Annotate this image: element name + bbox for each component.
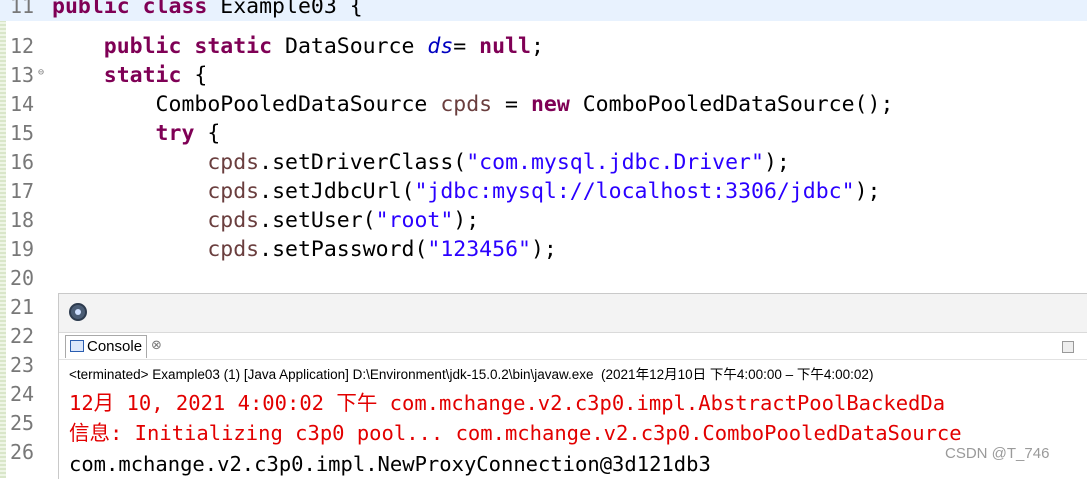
code-token: "root"	[375, 208, 454, 233]
code-token: DataSource	[285, 34, 428, 59]
code-text: static {	[52, 61, 208, 90]
close-icon[interactable]: ⊗	[151, 336, 162, 356]
code-line[interactable]: 20	[0, 264, 1087, 293]
tab-console[interactable]: Console	[65, 335, 148, 358]
code-token: ComboPooledDataSource	[52, 92, 441, 117]
code-line[interactable]: 13 ⊖ static {	[0, 61, 1087, 90]
console-icon	[70, 340, 84, 352]
code-token: ;	[530, 34, 544, 59]
code-token: cpds	[207, 208, 260, 233]
line-number: 14	[10, 92, 35, 116]
code-token: public static	[52, 34, 285, 59]
code-line[interactable]: 18 cpds.setUser("root");	[0, 206, 1087, 235]
code-token: Example03 {	[220, 0, 363, 19]
code-token: cpds	[207, 150, 260, 175]
code-token: );	[854, 179, 881, 204]
code-token: new	[530, 92, 583, 117]
line-number: 17	[10, 179, 35, 203]
code-token: ds	[427, 34, 454, 59]
code-text: public class Example03 {	[52, 0, 363, 21]
line-number: 26	[10, 440, 35, 464]
code-line[interactable]: 14 ComboPooledDataSource cpds = new Comb…	[0, 90, 1087, 119]
line-number: 19	[10, 237, 35, 261]
line-number: 25	[10, 411, 35, 435]
code-token: cpds	[207, 179, 260, 204]
code-line[interactable]: 16 cpds.setDriverClass("com.mysql.jdbc.D…	[0, 148, 1087, 177]
eclipse-icon[interactable]	[69, 303, 87, 321]
code-token: try	[52, 121, 208, 146]
code-token: public class	[52, 0, 221, 19]
code-token: "123456"	[427, 237, 531, 262]
tab-console-label: Console	[87, 338, 143, 355]
code-token: ComboPooledDataSource();	[582, 92, 894, 117]
code-token: .setDriverClass(	[259, 150, 467, 175]
code-text: public static DataSource ds= null;	[52, 32, 544, 61]
code-token: static	[52, 63, 195, 88]
code-token: cpds	[207, 237, 260, 262]
line-number: 20	[10, 266, 35, 290]
code-token: "jdbc:mysql://localhost:3306/jdbc"	[414, 179, 855, 204]
fold-toggle-icon[interactable]: ⊖	[38, 67, 44, 78]
code-line[interactable]: 12 public static DataSource ds= null;	[0, 32, 1087, 61]
code-token: .setUser(	[259, 208, 376, 233]
line-number: 18	[10, 208, 35, 232]
code-line[interactable]: 11 public class Example03 {	[0, 0, 1087, 21]
code-line[interactable]: 17 cpds.setJdbcUrl("jdbc:mysql://localho…	[0, 177, 1087, 206]
code-token: );	[453, 208, 480, 233]
code-token: =	[453, 34, 480, 59]
console-tabbar: Console ⊗	[59, 333, 1087, 360]
code-token: null	[479, 34, 531, 59]
code-text: ComboPooledDataSource cpds = new ComboPo…	[52, 90, 894, 119]
code-text: cpds.setUser("root");	[52, 206, 479, 235]
line-number: 11	[10, 0, 35, 18]
line-number: 21	[10, 295, 35, 319]
line-number: 22	[10, 324, 35, 348]
console-output-line: com.mchange.v2.c3p0.impl.NewProxyConnect…	[69, 452, 711, 476]
console-status: <terminated> Example03 (1) [Java Applica…	[69, 367, 874, 382]
code-token: {	[194, 63, 208, 88]
code-text: try {	[52, 119, 221, 148]
watermark: CSDN @T_746	[945, 445, 1050, 462]
code-token: "com.mysql.jdbc.Driver"	[466, 150, 764, 175]
console-toolbar	[59, 294, 1087, 333]
line-number: 12	[10, 34, 35, 58]
line-number: 24	[10, 382, 35, 406]
line-number: 16	[10, 150, 35, 174]
code-token: cpds	[440, 92, 493, 117]
code-line[interactable]: 15 try {	[0, 119, 1087, 148]
code-token: );	[530, 237, 557, 262]
console-view: Console ⊗ <terminated> Example03 (1) [Ja…	[58, 293, 1087, 479]
code-token: );	[763, 150, 790, 175]
code-text: cpds.setDriverClass("com.mysql.jdbc.Driv…	[52, 148, 790, 177]
code-token: =	[492, 92, 531, 117]
console-output-line: 信息: Initializing c3p0 pool... com.mchang…	[69, 421, 962, 445]
code-line[interactable]: 19 cpds.setPassword("123456");	[0, 235, 1087, 264]
code-token: .setPassword(	[259, 237, 428, 262]
console-output-line: 12月 10, 2021 4:00:02 下午 com.mchange.v2.c…	[69, 391, 946, 415]
code-editor[interactable]: 11 public class Example03 { 12 public stat…	[0, 0, 1087, 464]
code-text: cpds.setJdbcUrl("jdbc:mysql://localhost:…	[52, 177, 880, 206]
code-token: .setJdbcUrl(	[259, 179, 415, 204]
line-number: 23	[10, 353, 35, 377]
code-text: cpds.setPassword("123456");	[52, 235, 557, 264]
minimize-icon[interactable]	[1062, 341, 1074, 353]
line-number: 15	[10, 121, 35, 145]
code-token: {	[207, 121, 221, 146]
